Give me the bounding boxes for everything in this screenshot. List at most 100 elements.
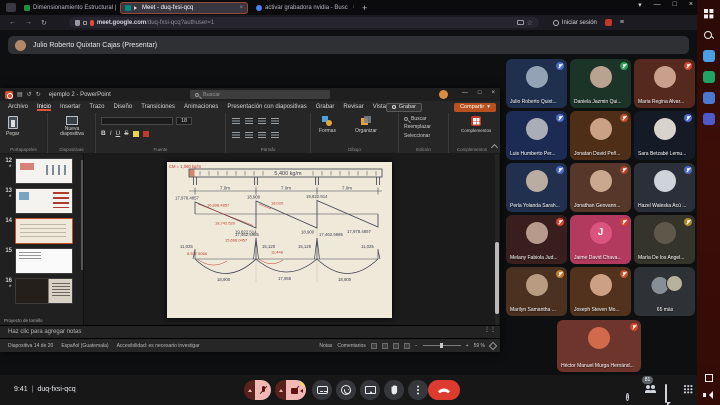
reload-button[interactable]: ↻ [41,19,47,27]
mic-permission-icon[interactable] [90,20,94,26]
extension-icon[interactable] [605,19,612,26]
numbered-list-icon[interactable] [245,118,253,124]
notes-pane[interactable]: Haz clic para agregar notas ⋮⋮ [0,325,500,338]
font-name-combo[interactable] [101,117,173,125]
teams-icon[interactable] [703,113,715,125]
slide-thumbnail[interactable] [15,248,73,274]
bullet-list-icon[interactable] [232,118,240,124]
participant-tile[interactable]: Perla Yolanda Sarah... [506,163,567,212]
ppt-minimize-button[interactable]: — [462,90,468,96]
strikethrough-button[interactable]: S [124,130,128,137]
replace-button[interactable]: Reemplazar [404,124,448,130]
slide-thumbnail-row[interactable]: 16★ [2,278,81,304]
slide-thumbnail[interactable] [15,188,73,214]
meeting-info-button[interactable]: i [626,385,629,403]
slide-thumbnail-row[interactable]: 15 [2,248,81,274]
participant-tile[interactable]: Hazel Waleska Acú ... [634,163,695,212]
ribbon-tab[interactable]: Archivo [8,104,28,111]
slide-thumbnail-row[interactable]: 12★ [2,158,81,184]
sign-in-button[interactable]: Iniciar sesión [553,20,597,26]
excel-icon[interactable] [703,71,715,83]
reactions-button[interactable] [336,380,356,400]
language-label[interactable]: Español (Guatemala) [61,343,108,349]
participant-tile[interactable]: Jonathan Geovann... [570,163,631,212]
tab-dimensionamiento[interactable]: Dimensionamiento Estructural | × [20,2,116,14]
close-tab-icon[interactable]: × [239,5,243,11]
zoom-out-button[interactable]: − [415,343,418,349]
shapes-button[interactable]: Formas [319,116,336,134]
slide-scrollbar-thumb[interactable] [495,242,499,314]
justify-icon[interactable] [271,132,279,138]
lock-icon[interactable] [83,21,87,25]
normal-view-icon[interactable] [371,343,377,349]
ribbon-tab[interactable]: Animaciones [184,104,218,111]
ppt-search-box[interactable]: Buscar [190,90,330,99]
share-button[interactable]: Compartir ▾ [454,103,496,112]
notification-icon[interactable] [705,374,713,382]
slide-thumbnail[interactable] [15,158,73,184]
close-button[interactable]: × [689,1,693,9]
ribbon-tab[interactable]: Vista [373,104,386,111]
reading-view-icon[interactable] [393,343,399,349]
save-icon[interactable]: ▤ [17,91,23,98]
bookmark-star-icon[interactable]: ☆ [527,19,533,27]
minimize-button[interactable]: — [654,1,661,9]
captions-button[interactable] [312,380,332,400]
ribbon-tab[interactable]: Grabar [316,104,335,111]
undo-icon[interactable]: ↺ [27,91,32,98]
ribbon-tab[interactable]: Presentación con diapositivas [227,104,306,111]
indent-icon[interactable] [258,118,266,124]
participant-tile[interactable]: Jonatan David Peñ... [570,111,631,160]
participant-tile[interactable]: María De los Angel... [634,215,695,264]
ppt-close-button[interactable]: × [491,90,495,96]
fit-to-window-icon[interactable] [489,341,497,349]
notes-resize-handle[interactable]: ⋮⋮ [484,328,496,332]
windows-start-icon[interactable] [703,8,715,20]
camera-button[interactable]: ! [275,380,306,400]
accessibility-label[interactable]: Accesibilidad: es necesario investigar [117,343,200,349]
ribbon-tab[interactable]: Diseño [114,104,133,111]
account-avatar[interactable] [439,90,448,99]
align-right-icon[interactable] [258,132,266,138]
tracking-shield-icon[interactable] [75,20,80,26]
audio-playing-icon[interactable] [134,6,139,10]
slide-thumbnail[interactable] [15,218,73,244]
align-left-icon[interactable] [232,132,240,138]
close-tab-icon[interactable]: × [353,5,354,11]
ppt-maximize-button[interactable]: □ [478,90,482,96]
align-center-icon[interactable] [245,132,253,138]
participant-tile[interactable]: Maria Regina Alvar... [634,59,695,108]
new-slide-button[interactable]: Nueva diapositiva [54,116,90,137]
present-button[interactable] [360,380,380,400]
zoom-slider[interactable] [423,345,461,346]
highlight-color-chip[interactable] [133,131,139,137]
find-button[interactable]: Buscar [404,116,448,122]
url-field[interactable]: meet.google.com/duq-fxsi-qcq?authuser=1 … [69,17,539,28]
participant-tile[interactable]: Daniela Jazmin Qui... [570,59,631,108]
notes-toggle[interactable]: Notas [319,343,332,349]
bold-button[interactable]: B [101,130,106,137]
edge-icon[interactable] [703,50,715,62]
zoom-in-button[interactable]: + [466,343,469,349]
word-icon[interactable] [703,92,715,104]
comments-toggle[interactable]: Comentarios [337,343,365,349]
participant-tile[interactable]: Joseph Steven Mo... [570,267,631,316]
arrange-button[interactable]: Organizar [355,116,377,134]
chat-button[interactable] [665,385,667,403]
slideshow-icon[interactable] [404,343,410,349]
ribbon-tab[interactable]: Transiciones [141,104,175,111]
slide-thumbnail-row[interactable]: 13★ [2,188,81,214]
font-size-combo[interactable]: 18 [176,117,192,125]
search-icon[interactable] [703,29,715,41]
slide-sorter-icon[interactable] [382,343,388,349]
mic-button[interactable] [244,380,271,400]
zoom-level[interactable]: 59 % [474,343,485,349]
addins-button[interactable]: Complementos [461,116,491,133]
underline-button[interactable]: U [116,130,121,137]
mic-options-chevron[interactable] [244,380,255,400]
participant-tile[interactable]: Héctor Manuel Murga Hernánd... [557,320,641,372]
back-button[interactable]: ← [9,19,16,26]
forward-button[interactable]: → [25,19,32,26]
participant-tile[interactable]: Julio Roberto Quixt... [506,59,567,108]
ribbon-tab[interactable]: Insertar [60,104,80,111]
